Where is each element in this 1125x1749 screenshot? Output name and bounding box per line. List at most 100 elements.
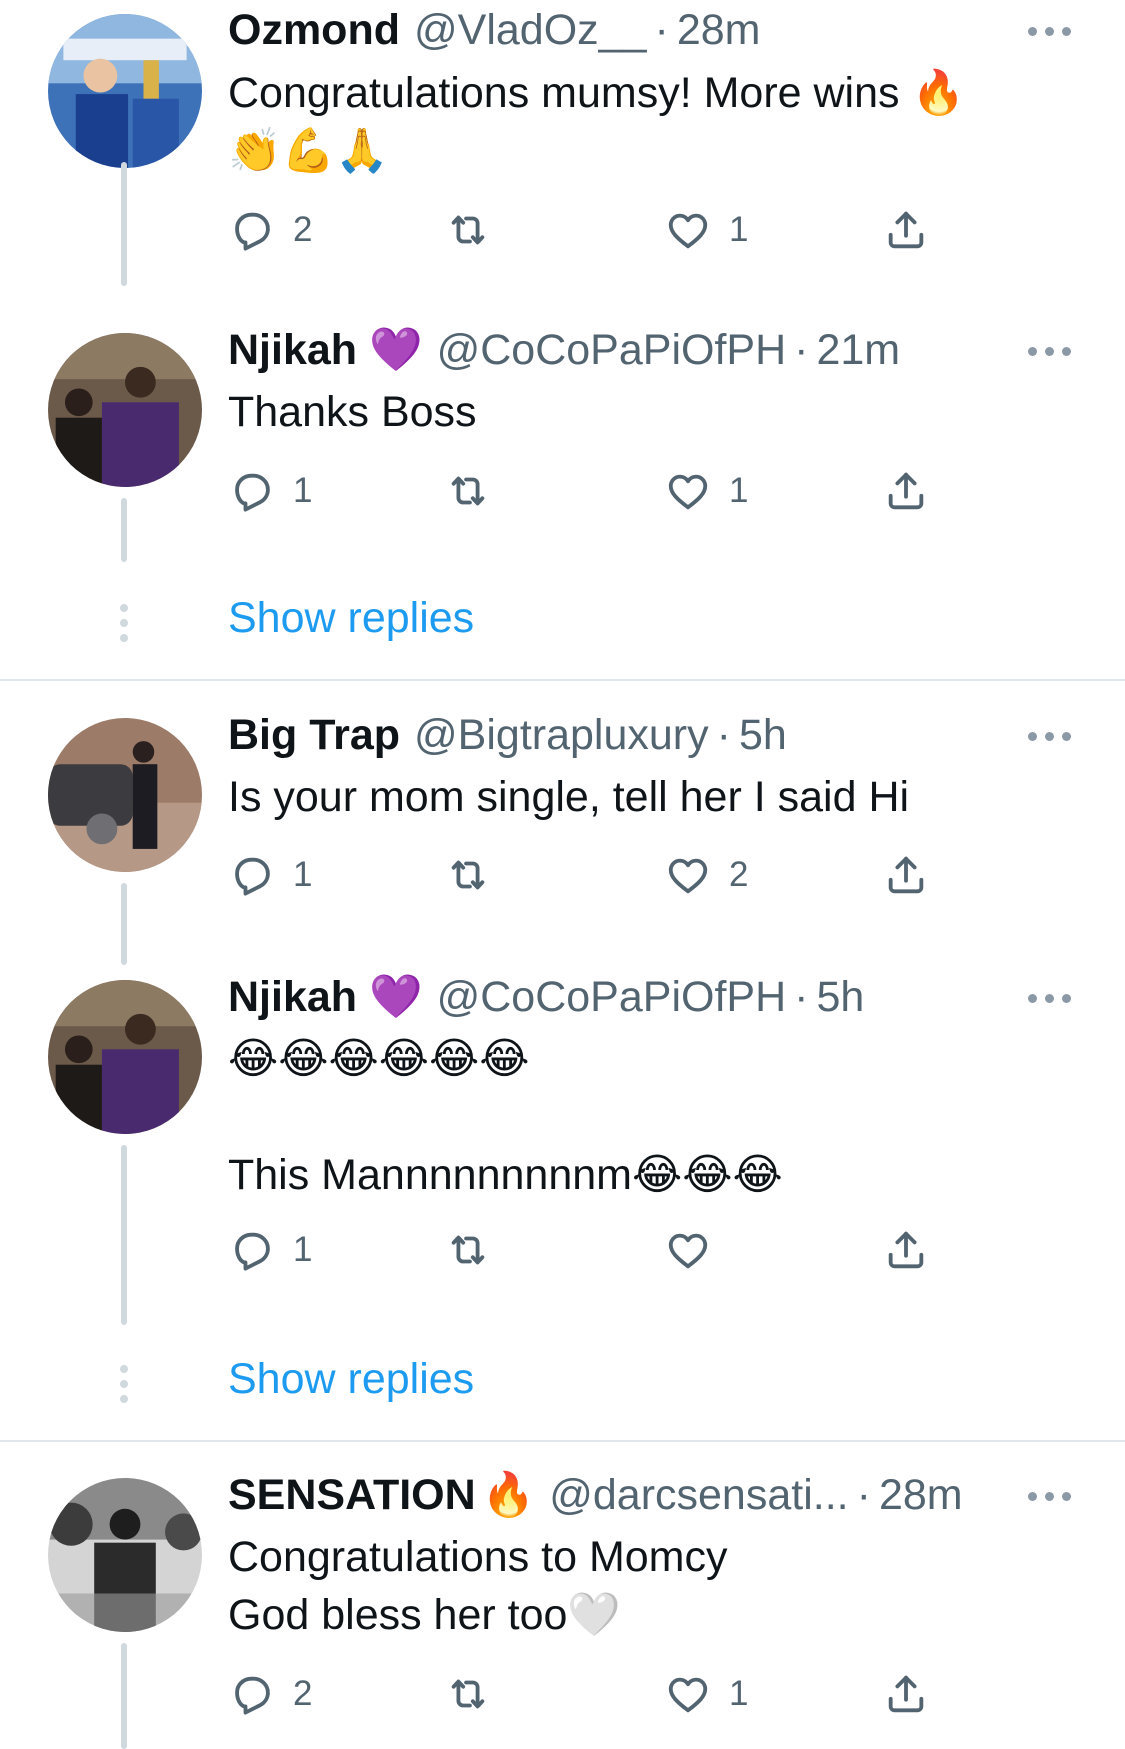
timestamp[interactable]: 5h — [739, 711, 787, 760]
tweet-text-line: Is your mom single, tell her I said Hi — [228, 773, 910, 821]
more-icon[interactable] — [1028, 1489, 1074, 1503]
like-icon — [663, 1227, 713, 1273]
display-name[interactable]: Njikah — [228, 326, 357, 375]
separator: · — [794, 325, 809, 374]
avatar-image — [48, 333, 202, 487]
display-name[interactable]: SENSATION — [228, 1471, 476, 1520]
reply-count: 1 — [293, 471, 313, 510]
more-icon[interactable] — [1028, 991, 1074, 1005]
share-icon — [881, 1227, 931, 1273]
thread-line — [121, 498, 127, 562]
avatar[interactable] — [48, 980, 202, 1134]
share-icon — [881, 468, 931, 514]
more-icon[interactable] — [1028, 729, 1074, 743]
like-button[interactable]: 2 — [663, 852, 748, 898]
reply-count: 2 — [293, 1674, 313, 1713]
user-handle[interactable]: @darcsensati... — [549, 1471, 848, 1520]
share-button[interactable] — [881, 1671, 931, 1717]
reply-icon — [227, 468, 277, 514]
like-icon — [663, 468, 713, 514]
timestamp[interactable]: 5h — [816, 973, 864, 1022]
tweet-header: Njikah 💜 @CoCoPaPiOfPH · 21m — [228, 322, 900, 378]
divider — [0, 1440, 1125, 1442]
like-count: 2 — [729, 855, 749, 894]
display-name[interactable]: Ozmond — [228, 6, 400, 55]
timestamp[interactable]: 21m — [816, 326, 900, 375]
reply-button[interactable]: 1 — [227, 468, 312, 514]
thread-line — [121, 1145, 127, 1325]
like-button[interactable]: 1 — [663, 468, 748, 514]
retweet-icon — [443, 468, 493, 514]
user-handle[interactable]: @CoCoPaPiOfPH — [437, 326, 787, 375]
thread-dots — [120, 1365, 128, 1410]
reply-button[interactable]: 2 — [227, 1671, 312, 1717]
like-button[interactable]: 1 — [663, 207, 748, 253]
avatar-image — [48, 718, 202, 872]
thread-dots — [120, 604, 128, 649]
tweet-header: Big Trap @Bigtrapluxury · 5h — [228, 707, 787, 763]
show-replies-link[interactable]: Show replies — [228, 1355, 474, 1404]
retweet-button[interactable] — [443, 1227, 509, 1273]
separator: · — [654, 5, 669, 54]
retweet-button[interactable] — [443, 468, 509, 514]
thread-line — [121, 162, 127, 286]
timestamp[interactable]: 28m — [879, 1471, 963, 1520]
tweet-text-line: 😂😂😂😂😂😂 — [228, 1035, 530, 1083]
tweet-text-line: God bless her too🤍 — [228, 1591, 621, 1639]
user-handle[interactable]: @VladOz__ — [414, 6, 647, 55]
avatar[interactable] — [48, 1478, 202, 1632]
separator: · — [794, 972, 809, 1021]
show-replies-link[interactable]: Show replies — [228, 594, 474, 643]
avatar[interactable] — [48, 14, 202, 168]
like-count: 1 — [729, 210, 749, 249]
retweet-button[interactable] — [443, 852, 509, 898]
retweet-button[interactable] — [443, 1671, 509, 1717]
tweet-text-line: 👏💪🙏 — [228, 127, 389, 175]
reply-button[interactable]: 1 — [227, 852, 312, 898]
like-button[interactable] — [663, 1227, 729, 1273]
user-handle[interactable]: @CoCoPaPiOfPH — [437, 973, 787, 1022]
like-icon — [663, 207, 713, 253]
share-icon — [881, 1671, 931, 1717]
user-handle[interactable]: @Bigtrapluxury — [414, 711, 709, 760]
purple-heart-icon: 💜 — [369, 972, 423, 1022]
reply-button[interactable]: 2 — [227, 207, 312, 253]
tweet-text-line: Congratulations mumsy! More wins 🔥 — [228, 69, 966, 117]
avatar-image — [48, 14, 202, 168]
divider — [0, 679, 1125, 681]
tweet-text-line: This Mannnnnnnnnm😂😂😂 — [228, 1151, 783, 1199]
display-name[interactable]: Big Trap — [228, 711, 400, 760]
like-icon — [663, 852, 713, 898]
tweet-text-line: Congratulations to Momcy — [228, 1533, 728, 1581]
share-button[interactable] — [881, 852, 931, 898]
reply-button[interactable]: 1 — [227, 1227, 312, 1273]
retweet-icon — [443, 1227, 493, 1273]
more-icon[interactable] — [1028, 24, 1074, 38]
like-count: 1 — [729, 1674, 749, 1713]
thread-line — [121, 883, 127, 965]
retweet-icon — [443, 207, 493, 253]
tweet-header: SENSATION 🔥 @darcsensati... · 28m — [228, 1467, 963, 1523]
avatar-image — [48, 1478, 202, 1632]
share-button[interactable] — [881, 468, 931, 514]
share-button[interactable] — [881, 1227, 931, 1273]
display-name[interactable]: Njikah — [228, 973, 357, 1022]
more-icon[interactable] — [1028, 344, 1074, 358]
avatar-image — [48, 980, 202, 1134]
separator: · — [716, 710, 731, 759]
retweet-button[interactable] — [443, 207, 509, 253]
thread-line — [121, 1643, 127, 1749]
timestamp[interactable]: 28m — [677, 6, 761, 55]
reply-icon — [227, 852, 277, 898]
reply-count: 1 — [293, 855, 313, 894]
purple-heart-icon: 💜 — [369, 325, 423, 375]
reply-count: 1 — [293, 1230, 313, 1269]
reply-icon — [227, 1671, 277, 1717]
like-button[interactable]: 1 — [663, 1671, 748, 1717]
separator: · — [856, 1470, 871, 1519]
share-button[interactable] — [881, 207, 931, 253]
avatar[interactable] — [48, 333, 202, 487]
avatar[interactable] — [48, 718, 202, 872]
tweet-text-line: Thanks Boss — [228, 388, 477, 436]
fire-icon: 🔥 — [481, 1470, 536, 1520]
